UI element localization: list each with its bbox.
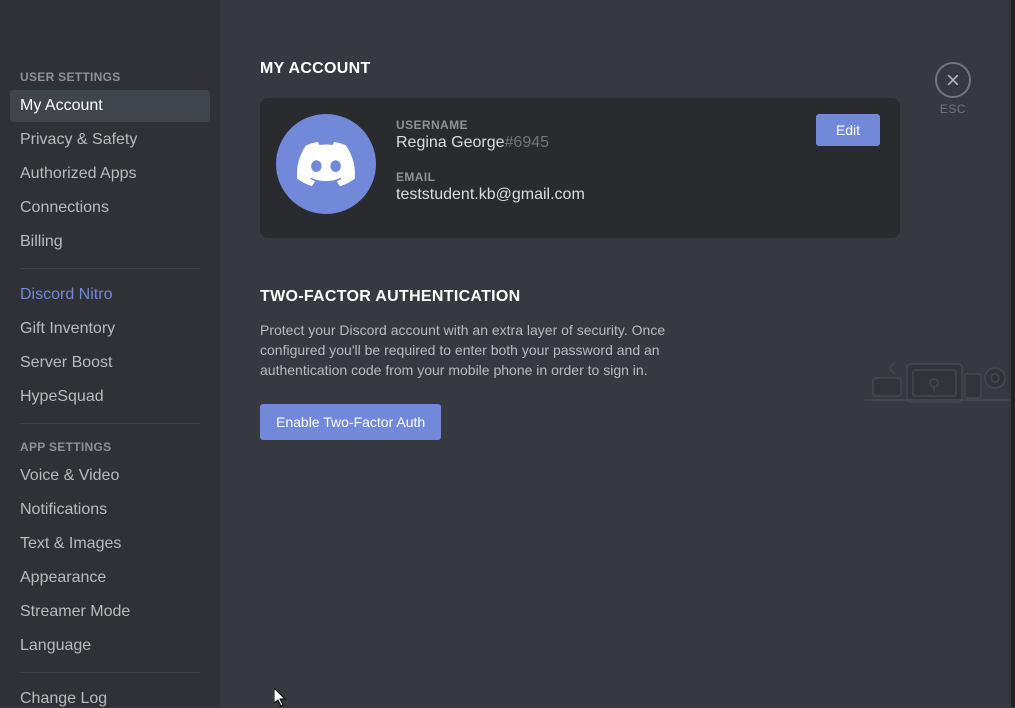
two-factor-section: TWO-FACTOR AUTHENTICATION Protect your D… — [260, 288, 900, 440]
sidebar-divider-1 — [20, 268, 200, 269]
sidebar-item-server-boost[interactable]: Server Boost — [10, 347, 210, 379]
close-button[interactable] — [935, 62, 971, 98]
sidebar-item-connections[interactable]: Connections — [10, 192, 210, 224]
close-area: ESC — [935, 62, 971, 116]
username-value: Regina George#6945 — [396, 134, 884, 152]
discriminator-text: #6945 — [505, 134, 550, 151]
sidebar-divider-3 — [20, 672, 200, 673]
discord-logo-icon — [297, 135, 355, 193]
close-icon — [945, 72, 961, 88]
two-factor-title: TWO-FACTOR AUTHENTICATION — [260, 288, 900, 306]
sidebar-item-hypesquad[interactable]: HypeSquad — [10, 381, 210, 413]
content-area: MY ACCOUNT USERNAME Regina George#6945 E… — [220, 0, 1015, 707]
user-settings-heading: USER SETTINGS — [10, 64, 210, 90]
avatar — [276, 114, 376, 214]
close-label: ESC — [935, 102, 971, 116]
sidebar-item-language[interactable]: Language — [10, 630, 210, 662]
settings-sidebar: USER SETTINGS My Account Privacy & Safet… — [0, 0, 220, 707]
enable-two-factor-button[interactable]: Enable Two-Factor Auth — [260, 404, 441, 440]
account-card: USERNAME Regina George#6945 EMAIL testst… — [260, 98, 900, 238]
sidebar-divider-2 — [20, 423, 200, 424]
sidebar-item-voice-video[interactable]: Voice & Video — [10, 460, 210, 492]
sidebar-item-my-account[interactable]: My Account — [10, 90, 210, 122]
sidebar-item-privacy-safety[interactable]: Privacy & Safety — [10, 124, 210, 156]
app-settings-heading: APP SETTINGS — [10, 434, 210, 460]
email-label: EMAIL — [396, 170, 884, 184]
sidebar-item-appearance[interactable]: Appearance — [10, 562, 210, 594]
sidebar-item-change-log[interactable]: Change Log — [10, 683, 210, 707]
two-factor-description: Protect your Discord account with an ext… — [260, 320, 720, 380]
sidebar-item-authorized-apps[interactable]: Authorized Apps — [10, 158, 210, 190]
security-illustration-icon — [865, 350, 1010, 405]
sidebar-item-discord-nitro[interactable]: Discord Nitro — [10, 279, 210, 311]
email-value: teststudent.kb@gmail.com — [396, 186, 884, 204]
sidebar-item-billing[interactable]: Billing — [10, 226, 210, 258]
sidebar-item-notifications[interactable]: Notifications — [10, 494, 210, 526]
page-title: MY ACCOUNT — [260, 60, 971, 78]
sidebar-item-streamer-mode[interactable]: Streamer Mode — [10, 596, 210, 628]
account-fields: USERNAME Regina George#6945 EMAIL testst… — [396, 114, 884, 222]
sidebar-item-text-images[interactable]: Text & Images — [10, 528, 210, 560]
sidebar-item-gift-inventory[interactable]: Gift Inventory — [10, 313, 210, 345]
edit-button[interactable]: Edit — [816, 114, 880, 146]
username-label: USERNAME — [396, 118, 884, 132]
username-text: Regina George — [396, 134, 505, 151]
